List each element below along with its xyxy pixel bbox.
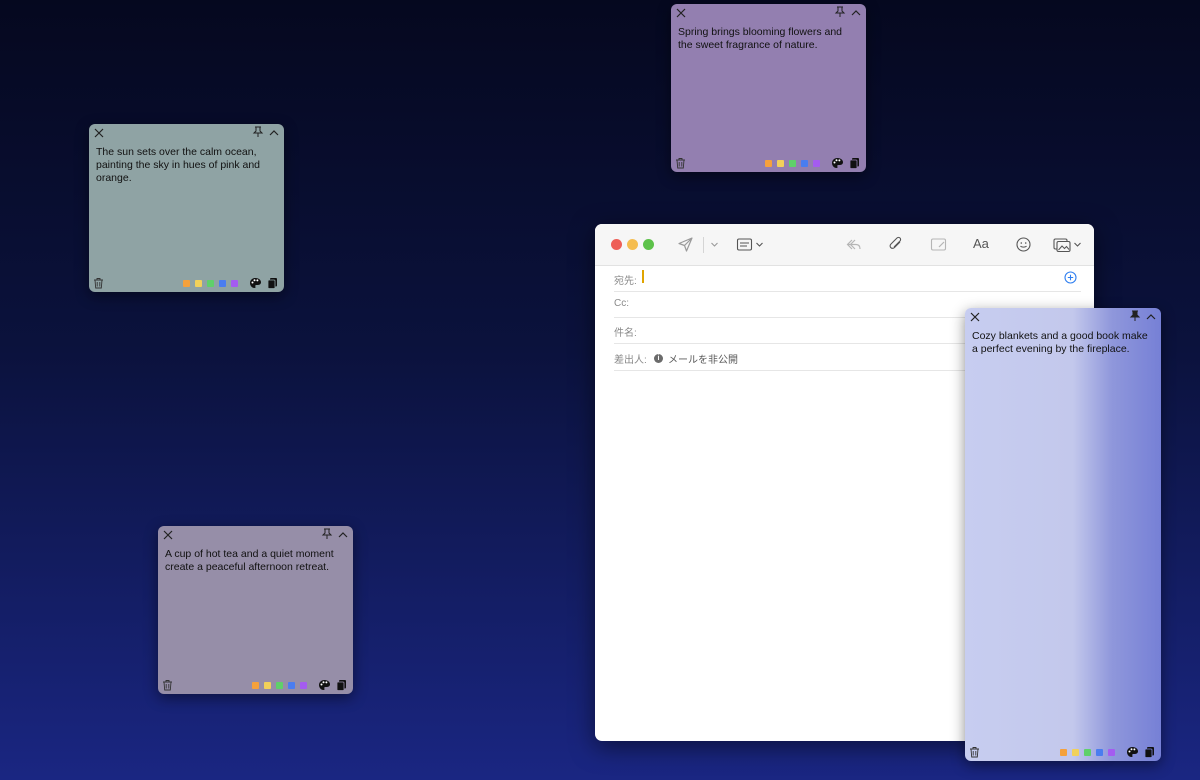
hide-my-email-text: メールを非公開 (668, 355, 738, 366)
photo-browser-icon[interactable] (1053, 236, 1072, 253)
swatch-green[interactable] (207, 280, 214, 287)
chevron-up-icon[interactable] (850, 7, 862, 19)
note-footer (965, 743, 1161, 761)
sticky-note-tea[interactable]: A cup of hot tea and a quiet moment crea… (158, 526, 353, 694)
format-button[interactable]: Aa (973, 236, 989, 253)
note-footer (89, 274, 284, 292)
emoji-icon[interactable] (1015, 236, 1032, 253)
palette-icon[interactable] (831, 157, 844, 169)
close-window-button[interactable] (611, 239, 622, 250)
color-swatches (1060, 749, 1115, 756)
copy-icon[interactable] (336, 679, 347, 691)
note-text[interactable]: A cup of hot tea and a quiet moment crea… (165, 548, 346, 574)
trash-icon[interactable] (93, 277, 104, 289)
chevron-up-icon[interactable] (268, 127, 280, 139)
to-field-row[interactable]: 宛先: (614, 265, 1081, 292)
swatch-purple[interactable] (813, 160, 820, 167)
from-label: 差出人: (614, 355, 647, 366)
swatch-purple[interactable] (300, 682, 307, 689)
pin-filled-icon[interactable] (1129, 310, 1141, 322)
close-icon[interactable] (675, 7, 687, 19)
note-footer (158, 676, 353, 694)
note-text[interactable]: The sun sets over the calm ocean, painti… (96, 146, 277, 185)
swatch-purple[interactable] (1108, 749, 1115, 756)
note-titlebar (965, 308, 1161, 326)
toolbar-separator (703, 237, 704, 253)
note-titlebar (158, 526, 353, 544)
swatch-green[interactable] (1084, 749, 1091, 756)
swatch-purple[interactable] (231, 280, 238, 287)
swatch-blue[interactable] (288, 682, 295, 689)
pin-icon[interactable] (252, 126, 264, 138)
sticky-note-cozy[interactable]: Cozy blankets and a good book make a per… (965, 308, 1161, 761)
swatch-yellow[interactable] (264, 682, 271, 689)
sticky-note-spring[interactable]: Spring brings blooming flowers and the s… (671, 4, 866, 172)
swatch-green[interactable] (789, 160, 796, 167)
copy-icon[interactable] (267, 277, 278, 289)
swatch-orange[interactable] (765, 160, 772, 167)
chevron-down-icon[interactable] (710, 236, 719, 253)
trash-icon[interactable] (969, 746, 980, 758)
pin-icon[interactable] (834, 6, 846, 18)
cc-label: Cc: (614, 298, 629, 309)
close-icon[interactable] (93, 127, 105, 139)
note-titlebar (671, 4, 866, 22)
chevron-down-icon[interactable] (755, 236, 764, 253)
sticky-note-sunset[interactable]: The sun sets over the calm ocean, painti… (89, 124, 284, 292)
swatch-blue[interactable] (801, 160, 808, 167)
swatch-blue[interactable] (219, 280, 226, 287)
trash-icon[interactable] (162, 679, 173, 691)
reply-icon[interactable] (845, 236, 862, 253)
swatch-yellow[interactable] (777, 160, 784, 167)
note-text[interactable]: Cozy blankets and a good book make a per… (972, 330, 1154, 356)
text-cursor (642, 270, 644, 283)
note-titlebar (89, 124, 284, 142)
close-icon[interactable] (162, 529, 174, 541)
palette-icon[interactable] (318, 679, 331, 691)
trash-icon[interactable] (675, 157, 686, 169)
chevron-up-icon[interactable] (1145, 311, 1157, 323)
minimize-window-button[interactable] (627, 239, 638, 250)
swatch-orange[interactable] (183, 280, 190, 287)
to-label: 宛先: (614, 276, 637, 287)
close-icon[interactable] (969, 311, 981, 323)
swatch-blue[interactable] (1096, 749, 1103, 756)
zoom-window-button[interactable] (643, 239, 654, 250)
color-swatches (252, 682, 307, 689)
palette-icon[interactable] (1126, 746, 1139, 758)
swatch-yellow[interactable] (1072, 749, 1079, 756)
note-footer (671, 154, 866, 172)
swatch-yellow[interactable] (195, 280, 202, 287)
color-swatches (183, 280, 238, 287)
pin-icon[interactable] (321, 528, 333, 540)
palette-icon[interactable] (249, 277, 262, 289)
chevron-down-icon[interactable] (1073, 236, 1082, 253)
swatch-orange[interactable] (1060, 749, 1067, 756)
subject-label: 件名: (614, 328, 637, 339)
markup-icon[interactable] (930, 236, 947, 253)
mail-toolbar: Aa (595, 224, 1094, 266)
header-fields-icon[interactable] (736, 236, 753, 253)
swatch-orange[interactable] (252, 682, 259, 689)
chevron-up-icon[interactable] (337, 529, 349, 541)
copy-icon[interactable] (1144, 746, 1155, 758)
color-swatches (765, 160, 820, 167)
swatch-green[interactable] (276, 682, 283, 689)
copy-icon[interactable] (849, 157, 860, 169)
note-text[interactable]: Spring brings blooming flowers and the s… (678, 26, 859, 52)
add-contact-icon[interactable] (1064, 271, 1077, 284)
from-value[interactable]: i メールを非公開 (654, 351, 738, 366)
paperclip-icon[interactable] (888, 236, 905, 253)
send-icon[interactable] (677, 236, 694, 253)
info-icon: i (654, 354, 663, 363)
